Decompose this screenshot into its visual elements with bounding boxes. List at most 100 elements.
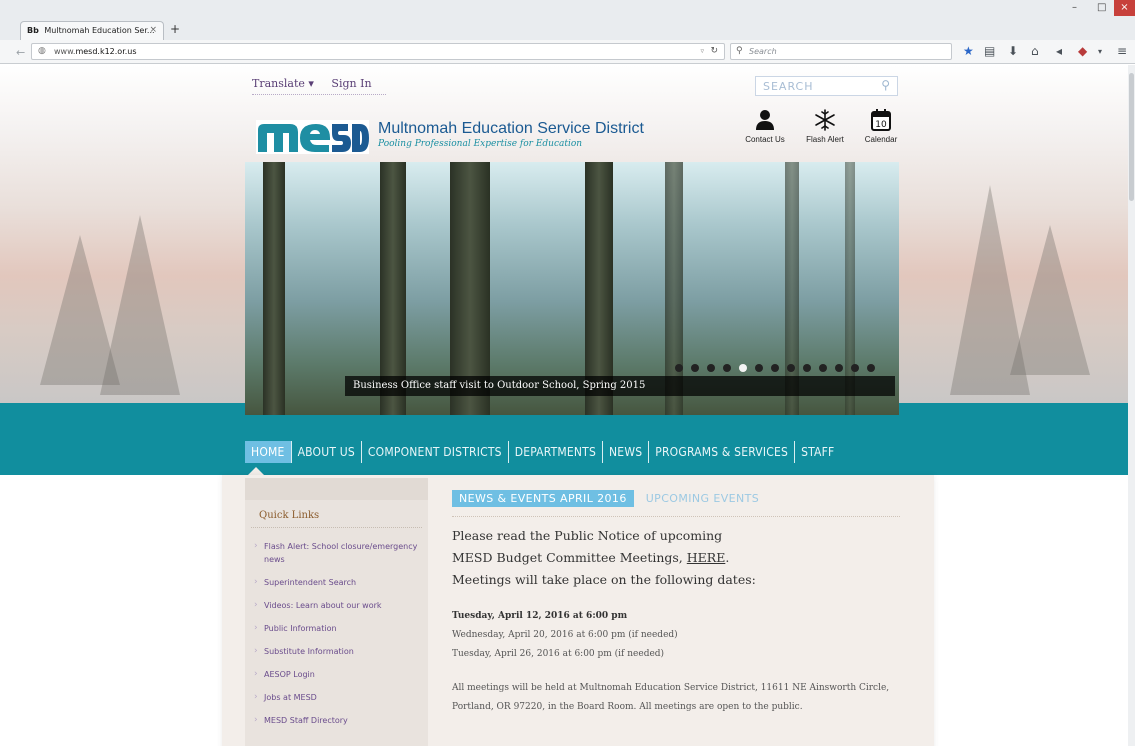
page-scrollbar[interactable] (1128, 65, 1135, 746)
slide-dot[interactable] (819, 364, 827, 372)
bookmark-star-icon[interactable]: ★ (963, 44, 974, 58)
slide-dot[interactable] (739, 364, 747, 372)
reload-icon[interactable]: ↻ (710, 46, 718, 56)
tab-upcoming-events[interactable]: UPCOMING EVENTS (634, 490, 771, 507)
notice-line-1: Please read the Public Notice of upcomin… (452, 528, 723, 543)
background-tree (100, 215, 180, 395)
site-search-placeholder: SEARCH (763, 80, 814, 93)
notice-line-2-end: . (725, 550, 730, 565)
sign-in-link[interactable]: Sign In (331, 77, 371, 90)
tab-news-events[interactable]: NEWS & EVENTS APRIL 2016 (452, 490, 634, 507)
quick-link-item[interactable]: Flash Alert: School closure/emergency ne… (245, 534, 428, 570)
tab-close-icon[interactable]: × (149, 25, 157, 35)
slide-dot[interactable] (707, 364, 715, 372)
notice-line-3: Meetings will take place on the followin… (452, 572, 756, 587)
slide-dot[interactable] (803, 364, 811, 372)
menu-item[interactable]: PROGRAMS & SERVICES (649, 441, 796, 463)
slide-caption: Business Office staff visit to Outdoor S… (345, 376, 895, 396)
location-note: All meetings will be held at Multnomah E… (452, 683, 890, 712)
search-icon[interactable]: ⚲ (881, 78, 891, 92)
addon-icon[interactable]: ◆ (1078, 44, 1087, 58)
flash-alert-label: Flash Alert (806, 135, 844, 144)
logo-text: Multnomah Education Service District Poo… (378, 120, 644, 149)
tree-trunk (263, 162, 285, 415)
background-tree (1010, 225, 1090, 375)
menu-item[interactable]: HOME (245, 441, 292, 463)
quick-link-item[interactable]: Videos: Learn about our work (245, 593, 428, 616)
quick-links-list: Flash Alert: School closure/emergency ne… (245, 528, 428, 731)
browser-tab-bar: Bb Multnomah Education Ser... × + – □ × (0, 0, 1135, 40)
window-maximize-button[interactable]: □ (1097, 2, 1106, 13)
slide-dot[interactable] (723, 364, 731, 372)
quick-link-item[interactable]: Superintendent Search (245, 570, 428, 593)
slide-dot[interactable] (851, 364, 859, 372)
calendar-icon: 10 (871, 109, 891, 131)
contact-icon (756, 110, 774, 130)
web-page: Translate ▾ Sign In SEARCH ⚲ Multnomah E… (0, 65, 1135, 746)
pocket-icon[interactable]: ◂ (1056, 44, 1062, 58)
menu-item[interactable]: DEPARTMENTS (509, 441, 604, 463)
notice-line-2-text: MESD Budget Committee Meetings, (452, 550, 687, 565)
slide-dot[interactable] (675, 364, 683, 372)
slide-dot[interactable] (867, 364, 875, 372)
menu-icon[interactable]: ≡ (1117, 44, 1127, 58)
quick-links-sidebar: Quick Links Flash Alert: School closure/… (245, 478, 428, 746)
globe-icon: ◍ (38, 46, 46, 56)
quick-link-item[interactable]: MESD Staff Directory (245, 708, 428, 731)
site-tagline: Pooling Professional Expertise for Educa… (378, 139, 583, 149)
back-arrow-icon[interactable]: ← (16, 46, 25, 59)
reading-list-icon[interactable]: ▤ (984, 44, 995, 58)
news-tabs: NEWS & EVENTS APRIL 2016 UPCOMING EVENTS (452, 490, 900, 507)
meeting-dates: Tuesday, April 12, 2016 at 6:00 pm Wedne… (452, 607, 900, 664)
quick-link-item[interactable]: Public Information (245, 616, 428, 639)
tab-title: Multnomah Education Ser... (44, 26, 155, 35)
contact-us-link[interactable]: Contact Us (735, 108, 795, 144)
notice-here-link[interactable]: HERE (687, 550, 726, 565)
utility-links: Translate ▾ Sign In (252, 77, 386, 95)
meeting-date-1: Tuesday, April 12, 2016 at 6:00 pm (452, 611, 628, 621)
calendar-link[interactable]: 10 Calendar (851, 108, 911, 144)
tab-favicon: Bb (27, 26, 39, 35)
menu-item[interactable]: COMPONENT DISTRICTS (362, 441, 509, 463)
slide-dot[interactable] (771, 364, 779, 372)
news-content: NEWS & EVENTS APRIL 2016 UPCOMING EVENTS… (452, 490, 900, 717)
addon-dropdown-icon[interactable]: ▾ (1098, 47, 1102, 56)
menu-item[interactable]: STAFF (795, 441, 840, 463)
download-icon[interactable]: ⬇ (1008, 44, 1018, 58)
browser-search-placeholder: Search (749, 47, 777, 56)
window-close-button[interactable]: × (1114, 0, 1135, 16)
snowflake-icon (815, 109, 835, 131)
window-minimize-button[interactable]: – (1072, 2, 1077, 13)
meeting-date-3: Tuesday, April 26, 2016 at 6:00 pm (if n… (452, 649, 665, 659)
address-bar[interactable]: ◍ www.mesd.k12.or.us ▿ ↻ (31, 43, 725, 60)
divider (452, 516, 900, 517)
browser-tab[interactable]: Bb Multnomah Education Ser... × (20, 21, 164, 40)
translate-link[interactable]: Translate ▾ (252, 77, 314, 90)
quick-link-item[interactable]: Jobs at MESD (245, 685, 428, 708)
site-search-input[interactable]: SEARCH ⚲ (755, 76, 898, 96)
slide-dot[interactable] (835, 364, 843, 372)
slide-dot[interactable] (787, 364, 795, 372)
home-icon[interactable]: ⌂ (1031, 44, 1039, 58)
menu-item[interactable]: ABOUT US (292, 441, 362, 463)
url-prefix: www. (54, 47, 76, 56)
browser-search-box[interactable]: ⚲ Search (730, 43, 952, 60)
site-title: Multnomah Education Service District (378, 120, 644, 137)
quick-links-title: Quick Links (251, 500, 422, 528)
search-icon: ⚲ (736, 46, 743, 56)
url-dropdown-icon[interactable]: ▿ (700, 47, 704, 55)
quick-link-item[interactable]: Substitute Information (245, 639, 428, 662)
menu-item[interactable]: NEWS (603, 441, 650, 463)
public-notice: Please read the Public Notice of upcomin… (452, 525, 900, 591)
flash-alert-link[interactable]: Flash Alert (795, 108, 855, 144)
calendar-day: 10 (875, 120, 887, 130)
scrollbar-thumb[interactable] (1129, 73, 1134, 201)
mesd-logo[interactable] (256, 120, 369, 154)
quick-link-item[interactable]: AESOP Login (245, 662, 428, 685)
slide-dot[interactable] (691, 364, 699, 372)
new-tab-button[interactable]: + (170, 22, 180, 36)
main-menu: HOME ABOUT US COMPONENT DISTRICTS DEPARTMEN… (245, 439, 840, 465)
notice-line-2: MESD Budget Committee Meetings, HERE. (452, 547, 900, 569)
slide-dot[interactable] (755, 364, 763, 372)
hero-slideshow[interactable]: Business Office staff visit to Outdoor S… (245, 162, 899, 415)
